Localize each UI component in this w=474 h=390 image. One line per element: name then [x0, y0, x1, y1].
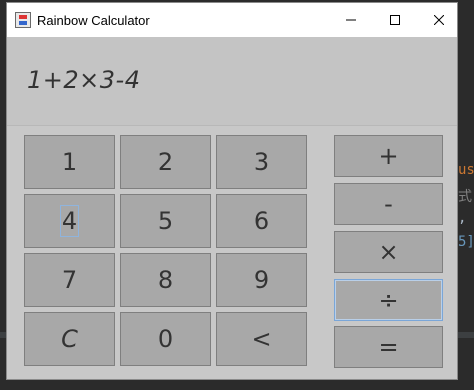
add-button[interactable]: + [334, 135, 443, 177]
close-icon [434, 15, 444, 25]
backspace-button[interactable]: < [216, 312, 307, 366]
divide-button[interactable]: ÷ [334, 279, 443, 321]
calculator-app-icon [15, 12, 31, 28]
expression-text: 1+2×3-4 [27, 66, 141, 94]
clear-button[interactable]: C [24, 312, 115, 366]
key-9[interactable]: 9 [216, 253, 307, 307]
equals-button[interactable]: = [334, 326, 443, 368]
background-code-fragment: 5] [458, 234, 474, 250]
expression-display: 1+2×3-4 [7, 37, 457, 126]
multiply-button[interactable]: × [334, 231, 443, 273]
calculator-window: Rainbow Calculator 1+2×3-4 1 2 3 4 5 6 7… [6, 2, 458, 380]
key-1[interactable]: 1 [24, 135, 115, 189]
background-code-fragment: , [458, 210, 467, 226]
key-0[interactable]: 0 [120, 312, 211, 366]
minimize-icon [346, 19, 356, 21]
key-3[interactable]: 3 [216, 135, 307, 189]
subtract-button[interactable]: - [334, 183, 443, 225]
key-4[interactable]: 4 [24, 194, 115, 248]
key-7[interactable]: 7 [24, 253, 115, 307]
background-code-fragment: 式. [458, 189, 474, 205]
key-5[interactable]: 5 [120, 194, 211, 248]
key-4-label: 4 [59, 205, 80, 237]
window-title: Rainbow Calculator [37, 12, 150, 28]
maximize-icon [390, 15, 400, 25]
minimize-button[interactable] [329, 3, 373, 37]
key-6[interactable]: 6 [216, 194, 307, 248]
background-code-fragment: use [458, 162, 474, 178]
title-bar[interactable]: Rainbow Calculator [7, 3, 457, 37]
key-2[interactable]: 2 [120, 135, 211, 189]
maximize-button[interactable] [373, 3, 417, 37]
close-button[interactable] [417, 3, 461, 37]
key-8[interactable]: 8 [120, 253, 211, 307]
